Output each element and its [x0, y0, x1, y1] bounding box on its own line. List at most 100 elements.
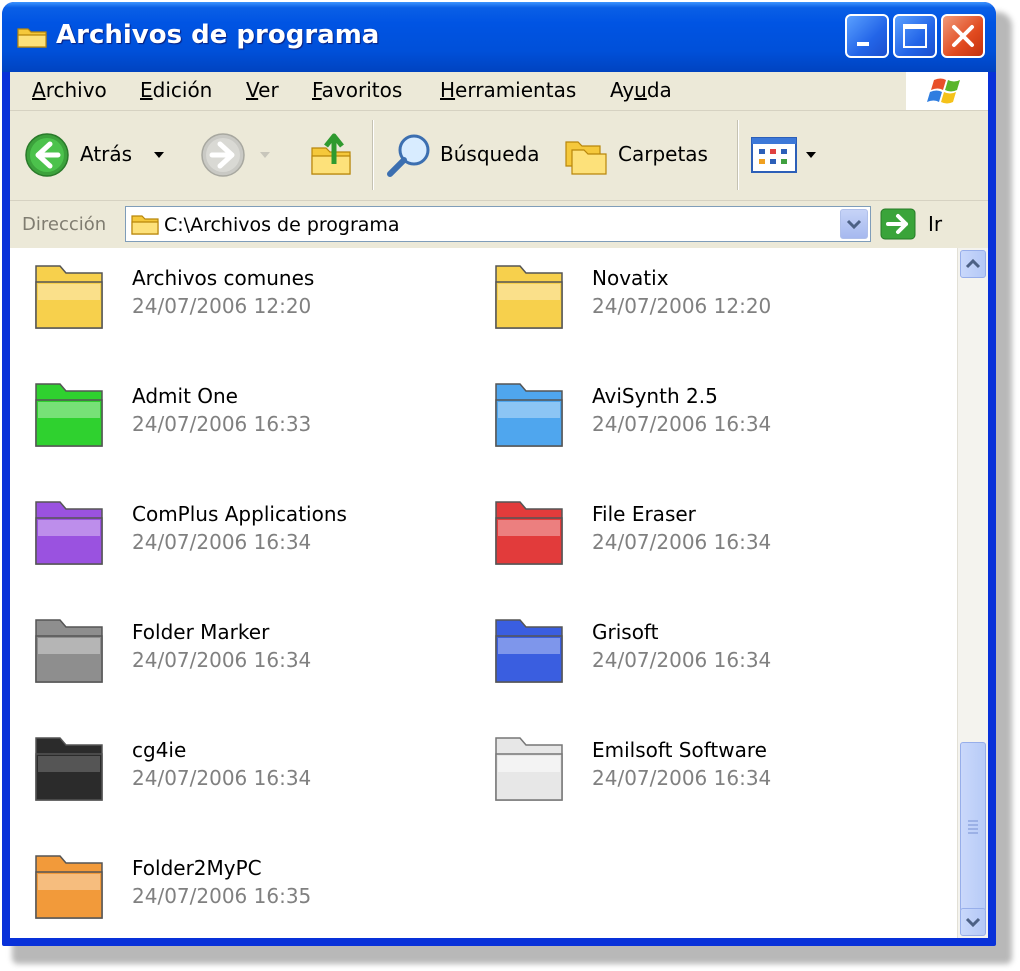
- folder-name: AviSynth 2.5: [592, 384, 718, 408]
- scroll-down-button[interactable]: [960, 908, 986, 936]
- menu-edicion[interactable]: Edición: [140, 78, 212, 102]
- menu-herramientas-label: Herramientas: [440, 78, 577, 102]
- folder-date: 24/07/2006 16:35: [132, 884, 312, 908]
- folder-item[interactable]: Folder Marker 24/07/2006 16:34: [10, 602, 450, 702]
- vertical-scrollbar[interactable]: [957, 248, 988, 938]
- maximize-icon: [903, 24, 927, 48]
- menu-bar: Archivo Edición Ver Favoritos Herramient…: [10, 72, 988, 111]
- forward-arrow-icon: [201, 133, 245, 177]
- folder-icon: [35, 265, 103, 329]
- forward-button[interactable]: [200, 132, 280, 178]
- close-icon: [952, 25, 974, 47]
- folder-item[interactable]: Admit One 24/07/2006 16:33: [10, 366, 450, 466]
- grip-icon: [968, 820, 978, 834]
- folder-name: Emilsoft Software: [592, 738, 767, 762]
- views-icon: [751, 137, 797, 173]
- folder-icon: [35, 737, 103, 801]
- menu-ayuda[interactable]: Ayuda: [610, 78, 672, 102]
- folders-label: Carpetas: [618, 142, 708, 166]
- title-bar[interactable]: Archivos de programa: [2, 2, 996, 72]
- views-button[interactable]: [750, 134, 820, 178]
- address-dropdown-button[interactable]: [840, 209, 868, 239]
- scroll-up-button[interactable]: [960, 250, 986, 278]
- folder-name: Archivos comunes: [132, 266, 315, 290]
- search-label: Búsqueda: [440, 142, 540, 166]
- chevron-up-icon: [965, 258, 981, 269]
- folder-date: 24/07/2006 12:20: [132, 294, 312, 318]
- folder-icon: [17, 28, 47, 48]
- menu-ayuda-label: Ayuda: [610, 78, 672, 102]
- go-arrow-icon[interactable]: [880, 208, 916, 240]
- folder-icon: [495, 265, 563, 329]
- explorer-window: Archivos de programa Archivo Edición Ver…: [2, 2, 996, 946]
- folder-name: Grisoft: [592, 620, 659, 644]
- address-value: C:\Archivos de programa: [164, 214, 400, 236]
- folder-item[interactable]: Novatix 24/07/2006 12:20: [470, 248, 910, 348]
- folder-name: Admit One: [132, 384, 238, 408]
- back-arrow-icon: [25, 133, 69, 177]
- windows-logo: [906, 72, 988, 110]
- back-dropdown-icon[interactable]: [152, 150, 166, 160]
- folder-item[interactable]: ComPlus Applications 24/07/2006 16:34: [10, 484, 450, 584]
- folder-date: 24/07/2006 16:34: [132, 648, 312, 672]
- folder-name: ComPlus Applications: [132, 502, 347, 526]
- up-folder-icon[interactable]: [308, 128, 356, 178]
- folder-date: 24/07/2006 12:20: [592, 294, 772, 318]
- folder-date: 24/07/2006 16:34: [592, 766, 772, 790]
- folder-name: Novatix: [592, 266, 669, 290]
- folder-name: Folder Marker: [132, 620, 270, 644]
- minimize-button[interactable]: [845, 14, 889, 58]
- menu-archivo[interactable]: Archivo: [32, 78, 107, 102]
- folder-icon: [495, 737, 563, 801]
- menu-edicion-label: Edición: [140, 78, 213, 102]
- folder-icon: [35, 383, 103, 447]
- search-button[interactable]: Búsqueda: [384, 130, 544, 180]
- file-list-view: Archivos comunes 24/07/2006 12:20 Novati…: [10, 248, 988, 938]
- menu-ver[interactable]: Ver: [246, 78, 279, 102]
- toolbar-separator: [372, 120, 373, 190]
- folder-date: 24/07/2006 16:34: [592, 648, 772, 672]
- close-button[interactable]: [941, 14, 985, 58]
- folder-name: Folder2MyPC: [132, 856, 262, 880]
- folder-icon: [495, 619, 563, 683]
- back-button[interactable]: Atrás: [24, 132, 172, 178]
- folder-item[interactable]: Emilsoft Software 24/07/2006 16:34: [470, 720, 910, 820]
- folder-date: 24/07/2006 16:34: [132, 766, 312, 790]
- toolbar-separator: [737, 120, 738, 190]
- folder-icon: [35, 855, 103, 919]
- folder-item[interactable]: Folder2MyPC 24/07/2006 16:35: [10, 838, 450, 938]
- scroll-thumb[interactable]: [960, 742, 986, 912]
- folders-icon: [565, 141, 607, 175]
- forward-dropdown-icon[interactable]: [258, 150, 272, 160]
- folder-item[interactable]: AviSynth 2.5 24/07/2006 16:34: [470, 366, 910, 466]
- views-dropdown-icon: [806, 152, 816, 158]
- folder-item[interactable]: cg4ie 24/07/2006 16:34: [10, 720, 450, 820]
- chevron-down-icon: [965, 917, 981, 928]
- folder-icon: [35, 501, 103, 565]
- folder-date: 24/07/2006 16:33: [132, 412, 312, 436]
- address-input[interactable]: C:\Archivos de programa: [125, 206, 871, 242]
- folder-name: cg4ie: [132, 738, 187, 762]
- folder-date: 24/07/2006 16:34: [592, 530, 772, 554]
- folder-item[interactable]: Grisoft 24/07/2006 16:34: [470, 602, 910, 702]
- menu-archivo-label: Archivo: [32, 78, 107, 102]
- folder-item[interactable]: Archivos comunes 24/07/2006 12:20: [10, 248, 450, 348]
- address-label: Dirección: [22, 214, 107, 235]
- address-bar: Dirección C:\Archivos de programa Ir: [10, 202, 988, 246]
- maximize-button[interactable]: [893, 14, 937, 58]
- folders-button[interactable]: Carpetas: [562, 130, 722, 180]
- minimize-icon: [857, 42, 869, 46]
- go-label[interactable]: Ir: [928, 212, 942, 236]
- search-magnifier-icon: [387, 134, 430, 177]
- menu-herramientas[interactable]: Herramientas: [440, 78, 576, 102]
- folder-item[interactable]: File Eraser 24/07/2006 16:34: [470, 484, 910, 584]
- window-title: Archivos de programa: [56, 20, 380, 50]
- menu-favoritos[interactable]: Favoritos: [312, 78, 402, 102]
- windows-flag-icon: [927, 78, 960, 104]
- folder-name: File Eraser: [592, 502, 696, 526]
- folder-icon: [495, 501, 563, 565]
- folder-date: 24/07/2006 16:34: [592, 412, 772, 436]
- standard-toolbar: Atrás Búsqueda Carpetas: [10, 112, 988, 201]
- folder-icon: [35, 619, 103, 683]
- folder-date: 24/07/2006 16:34: [132, 530, 312, 554]
